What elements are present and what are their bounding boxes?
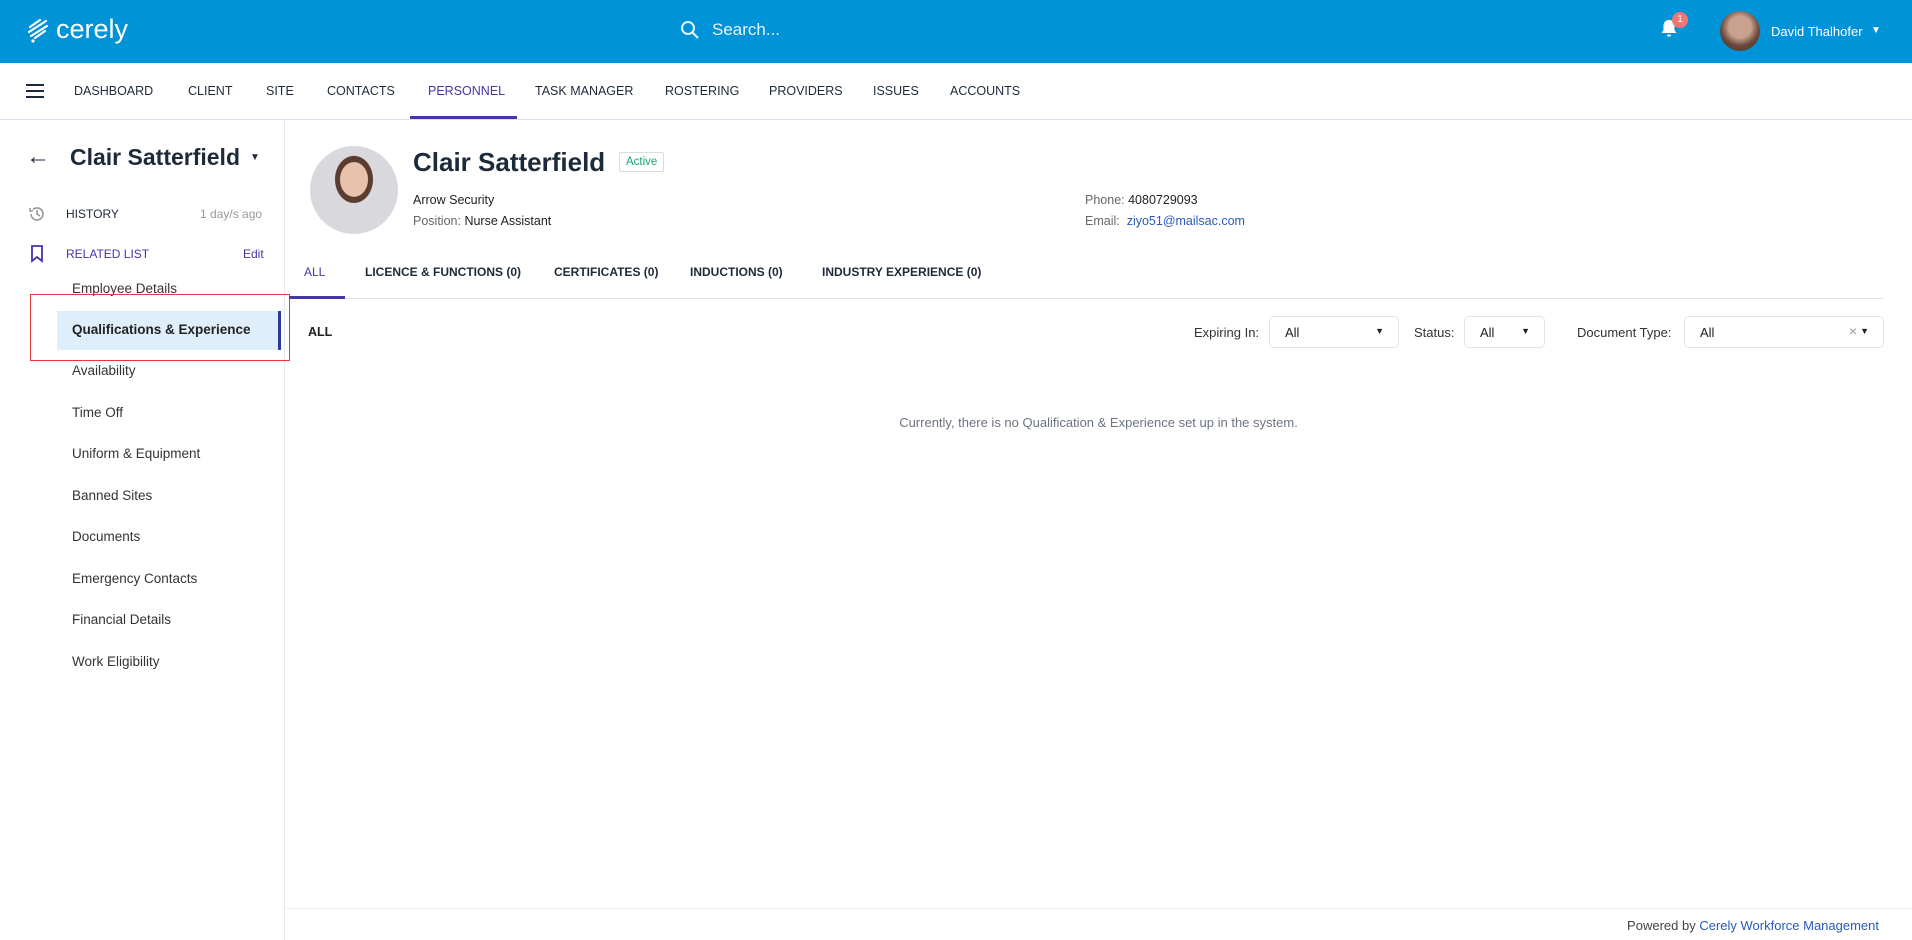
company: Arrow Security	[413, 193, 495, 207]
footer: Powered by Cerely Workforce Management	[1627, 918, 1879, 933]
profile-name: Clair Satterfield	[413, 147, 606, 177]
expiring-in-label: Expiring In:	[1194, 325, 1260, 340]
sidebar-item-emergency-contacts[interactable]: Emergency Contacts	[72, 571, 197, 586]
nav-issues[interactable]: ISSUES	[873, 84, 919, 98]
edit-related-list-link[interactable]: Edit	[243, 247, 264, 261]
nav-rostering[interactable]: ROSTERING	[665, 84, 739, 98]
history-time: 1 day/s ago	[200, 207, 263, 221]
sidebar-item-time-off[interactable]: Time Off	[72, 405, 123, 420]
related-list-label: RELATED LIST	[66, 247, 150, 261]
back-arrow-icon[interactable]: ←	[26, 143, 50, 171]
sidebar-item-financial-details[interactable]: Financial Details	[72, 612, 171, 627]
nav-task-manager[interactable]: TASK MANAGER	[535, 84, 633, 98]
search-input[interactable]: Search...	[680, 20, 780, 40]
sidebar-item-uniform-equipment[interactable]: Uniform & Equipment	[72, 446, 200, 461]
top-bar	[0, 0, 1912, 63]
status-label: Status:	[1414, 325, 1455, 340]
tab-active-indicator	[289, 296, 345, 299]
footer-divider	[285, 908, 1912, 909]
sidebar-person-name[interactable]: Clair Satterfield	[70, 144, 240, 171]
phone: Phone: 4080729093	[1085, 193, 1198, 207]
sidebar-divider	[284, 120, 285, 940]
document-type-value: All	[1700, 325, 1715, 340]
nav-site[interactable]: SITE	[266, 84, 294, 98]
tab-industry-experience[interactable]: INDUSTRY EXPERIENCE (0)	[822, 265, 981, 279]
clear-icon[interactable]: ×	[1849, 323, 1857, 339]
position-value: Nurse Assistant	[464, 214, 552, 228]
menu-icon[interactable]	[26, 84, 44, 98]
nav-providers[interactable]: PROVIDERS	[769, 84, 843, 98]
chevron-down-icon: ▼	[1521, 326, 1530, 336]
status-select[interactable]: All ▼	[1464, 316, 1545, 348]
notification-badge: 1	[1672, 12, 1688, 28]
nav-contacts[interactable]: CONTACTS	[327, 84, 395, 98]
section-title: ALL	[308, 325, 333, 339]
nav-active-indicator	[410, 116, 517, 119]
footer-prefix: Powered by	[1627, 918, 1696, 933]
search-placeholder: Search...	[712, 20, 781, 39]
sidebar-item-availability[interactable]: Availability	[72, 363, 136, 378]
highlight-box	[30, 294, 290, 361]
position-label: Position:	[413, 214, 461, 228]
document-type-select[interactable]: All × ▼	[1684, 316, 1884, 348]
nav-personnel[interactable]: PERSONNEL	[428, 84, 505, 98]
tab-divider	[289, 298, 1884, 299]
profile-avatar	[310, 146, 398, 234]
nav-dashboard[interactable]: DASHBOARD	[74, 84, 153, 98]
nav-accounts[interactable]: ACCOUNTS	[950, 84, 1020, 98]
user-avatar[interactable]	[1720, 11, 1760, 51]
cerely-logo-icon	[27, 18, 49, 43]
nav-client[interactable]: CLIENT	[188, 84, 232, 98]
footer-link[interactable]: Cerely Workforce Management	[1699, 918, 1879, 933]
chevron-down-icon: ▼	[1375, 326, 1384, 336]
logo[interactable]: cerely	[26, 14, 128, 45]
phone-label: Phone:	[1085, 193, 1125, 207]
email-label: Email:	[1085, 214, 1120, 228]
sidebar-item-work-eligibility[interactable]: Work Eligibility	[72, 654, 160, 669]
chevron-down-icon[interactable]: ▼	[1871, 25, 1881, 36]
history-label[interactable]: HISTORY	[66, 207, 119, 221]
chevron-down-icon[interactable]: ▼	[250, 152, 260, 163]
tab-all[interactable]: ALL	[304, 265, 325, 279]
email-link[interactable]: ziyo51@mailsac.com	[1127, 214, 1245, 228]
phone-value: 4080729093	[1128, 193, 1198, 207]
tab-inductions[interactable]: INDUCTIONS (0)	[690, 265, 783, 279]
sidebar-item-banned-sites[interactable]: Banned Sites	[72, 488, 152, 503]
sidebar-item-documents[interactable]: Documents	[72, 529, 140, 544]
bookmark-icon	[31, 245, 43, 263]
user-name[interactable]: David Thalhofer	[1771, 24, 1863, 39]
chevron-down-icon: ▼	[1860, 326, 1869, 336]
empty-state-message: Currently, there is no Qualification & E…	[899, 415, 1298, 430]
history-icon	[29, 207, 44, 221]
tab-certificates[interactable]: CERTIFICATES (0)	[554, 265, 658, 279]
status-value: All	[1480, 325, 1495, 340]
expiring-in-value: All	[1285, 325, 1300, 340]
email: Email: ziyo51@mailsac.com	[1085, 214, 1245, 228]
position: Position: Nurse Assistant	[413, 214, 551, 228]
document-type-label: Document Type:	[1577, 325, 1672, 340]
logo-text: cerely	[56, 14, 129, 44]
expiring-in-select[interactable]: All ▼	[1269, 316, 1399, 348]
search-icon	[681, 21, 699, 39]
status-badge: Active	[619, 152, 665, 172]
tab-licence-functions[interactable]: LICENCE & FUNCTIONS (0)	[365, 265, 521, 279]
